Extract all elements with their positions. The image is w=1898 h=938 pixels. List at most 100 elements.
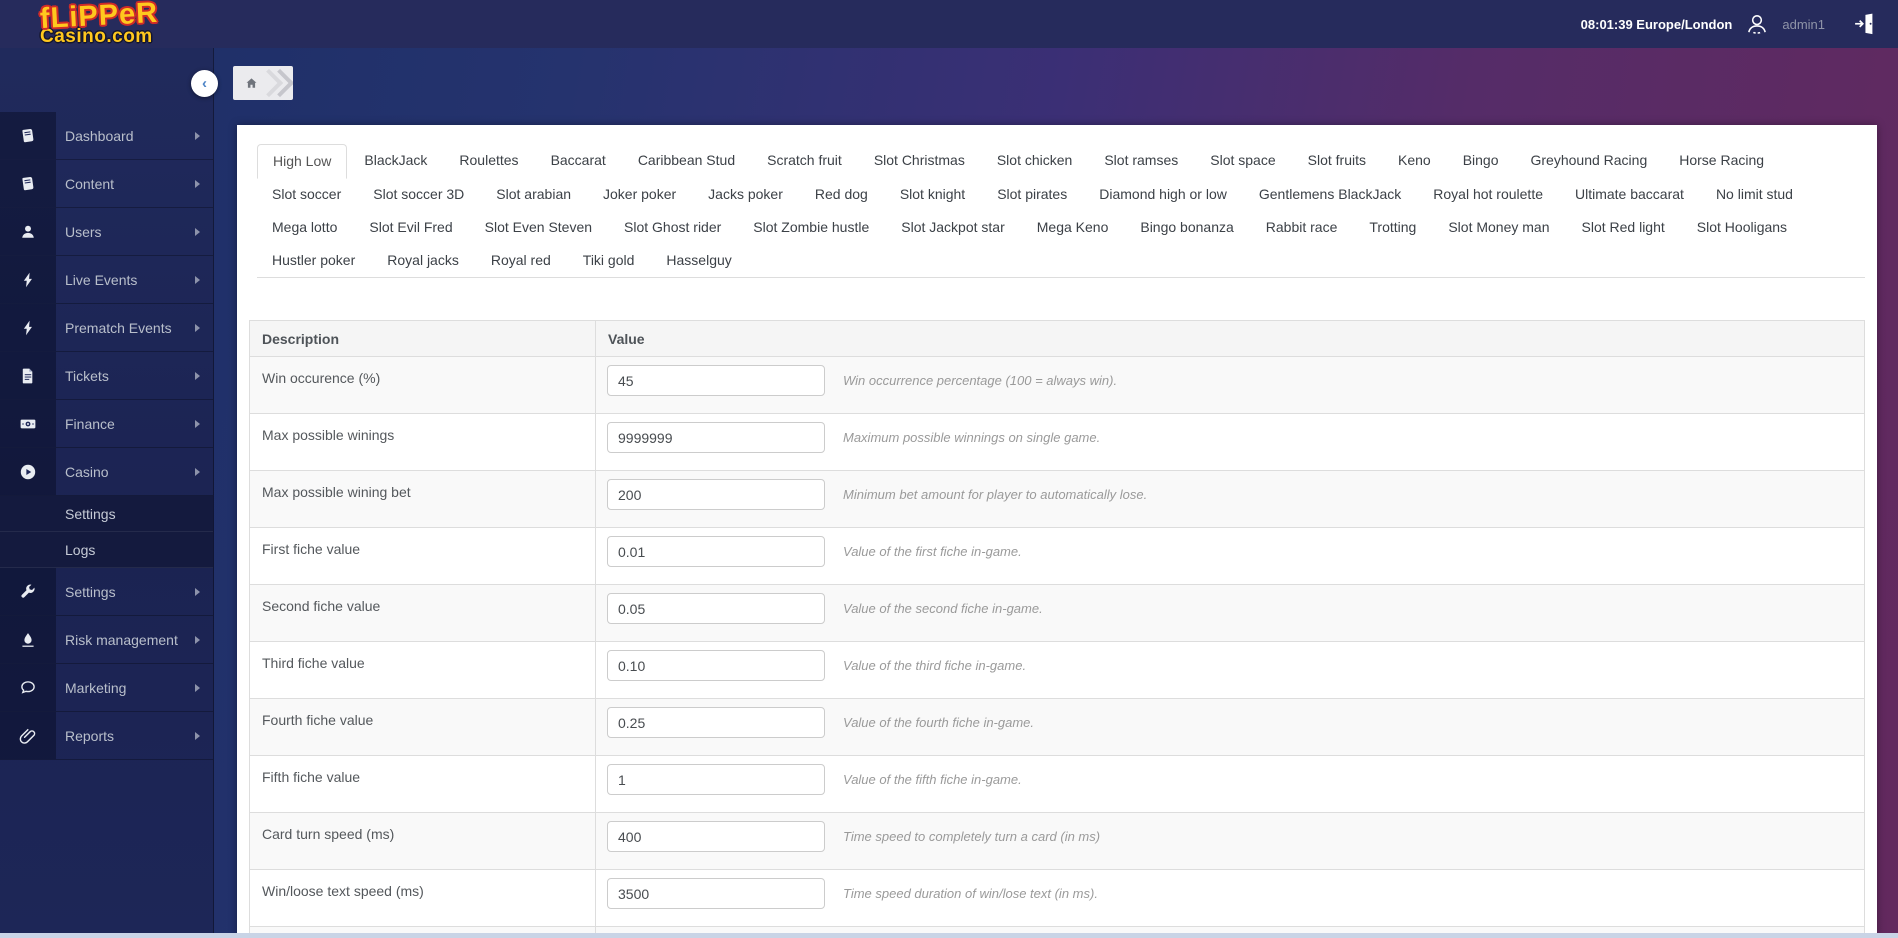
tab[interactable]: No limit stud [1701,178,1808,211]
tab[interactable]: Slot space [1195,144,1290,178]
tab[interactable]: Bingo [1448,144,1514,178]
tab[interactable]: Roulettes [444,144,533,178]
username[interactable]: admin1 [1782,17,1825,32]
sidebar-subitem-logs[interactable]: Logs [0,532,213,568]
topbar: fLiPPeR Casino.com 08:01:39 Europe/Londo… [0,0,1898,48]
sidebar-subitem-settings[interactable]: Settings [0,496,213,532]
sidebar-item-prematch-events[interactable]: Prematch Events [0,304,213,352]
logo[interactable]: fLiPPeR Casino.com [39,0,159,46]
chevron-right-icon [195,731,200,740]
sidebar-item-tickets[interactable]: Tickets [0,352,213,400]
value-input[interactable] [607,536,825,567]
chevron-right-icon [195,419,200,428]
setting-label: First fiche value [249,527,596,585]
sidebar-item-live-events[interactable]: Live Events [0,256,213,304]
tab[interactable]: Hustler poker [257,244,370,277]
tab[interactable]: Slot Red light [1567,211,1680,244]
tab[interactable]: Hasselguy [651,244,746,277]
game-tabs: High Low BlackJack Roulettes Baccarat Ca… [257,144,1865,278]
tab[interactable]: Scratch fruit [752,144,857,178]
sidebar-item-icon [0,532,56,567]
horizontal-scrollbar[interactable] [0,933,1898,938]
chevron-right-icon [195,227,200,236]
tab[interactable]: Slot Money man [1433,211,1564,244]
value-input[interactable] [607,821,825,852]
tab[interactable]: Slot Zombie hustle [738,211,884,244]
logout-door-icon[interactable] [1852,12,1876,36]
value-input[interactable] [607,707,825,738]
sidebar-item-reports[interactable]: Reports [0,712,213,760]
value-input[interactable] [607,365,825,396]
value-input[interactable] [607,479,825,510]
value-input[interactable] [607,422,825,453]
breadcrumb-home[interactable] [233,66,293,100]
tab[interactable]: Slot Jackpot star [886,211,1020,244]
sidebar-item-label: Tickets [65,367,109,384]
tab[interactable]: Caribbean Stud [623,144,750,178]
tab[interactable]: Mega lotto [257,211,352,244]
tab[interactable]: Slot Christmas [859,144,980,178]
setting-hint: Win occurrence percentage (100 = always … [843,373,1118,388]
tab[interactable]: Keno [1383,144,1446,178]
chevron-right-icon [195,371,200,380]
sidebar-item-icon [0,616,56,663]
tab[interactable]: Greyhound Racing [1516,144,1663,178]
sidebar-item-label: Live Events [65,271,138,288]
tab[interactable]: Slot Even Steven [470,211,607,244]
tab[interactable]: Tiki gold [568,244,650,277]
tab[interactable]: Slot Hooligans [1682,211,1802,244]
value-input[interactable] [607,878,825,909]
tab[interactable]: Slot chicken [982,144,1087,178]
tab[interactable]: Slot Evil Fred [354,211,467,244]
sidebar-item-dashboard[interactable]: Dashboard [0,112,213,160]
setting-label: Card turn speed (ms) [249,812,596,870]
sidebar-item-label: Logs [65,541,96,558]
tab[interactable]: Royal hot roulette [1418,178,1558,211]
tab[interactable]: Slot ramses [1089,144,1193,178]
table-row: Win occurence (%) Win occurrence percent… [249,356,1865,414]
tab[interactable]: Ultimate baccarat [1560,178,1699,211]
tab[interactable]: Mega Keno [1022,211,1124,244]
tab[interactable]: Joker poker [588,178,691,211]
sidebar-item-users[interactable]: Users [0,208,213,256]
sidebar-item-risk-management[interactable]: Risk management [0,616,213,664]
chevron-right-icon [195,179,200,188]
tab[interactable]: Rabbit race [1251,211,1353,244]
sidebar-item-marketing[interactable]: Marketing [0,664,213,712]
tab[interactable]: Slot soccer 3D [358,178,479,211]
tab[interactable]: Slot soccer [257,178,356,211]
setting-label: Win/loose text speed (ms) [249,869,596,927]
sidebar-item-content[interactable]: Content [0,160,213,208]
tab[interactable]: Slot fruits [1293,144,1381,178]
tab[interactable]: Slot Ghost rider [609,211,736,244]
value-input[interactable] [607,764,825,795]
back-button[interactable]: ‹ [191,70,218,97]
tab[interactable]: BlackJack [349,144,442,178]
tab[interactable]: Diamond high or low [1084,178,1242,211]
tab[interactable]: Slot arabian [481,178,586,211]
tab[interactable]: Royal red [476,244,566,277]
tab[interactable]: Gentlemens BlackJack [1244,178,1416,211]
setting-hint: Value of the second fiche in-game. [843,601,1043,616]
value-input[interactable] [607,593,825,624]
sidebar-item-settings[interactable]: Settings [0,568,213,616]
tab[interactable]: Royal jacks [372,244,474,277]
sidebar-item-icon [0,400,56,447]
tab[interactable]: Horse Racing [1664,144,1779,178]
tab[interactable]: Baccarat [536,144,621,178]
setting-hint: Minimum bet amount for player to automat… [843,487,1148,502]
sidebar-item-finance[interactable]: Finance [0,400,213,448]
value-input[interactable] [607,650,825,681]
tab[interactable]: Bingo bonanza [1125,211,1248,244]
tab[interactable]: Slot pirates [982,178,1082,211]
tab[interactable]: Jacks poker [693,178,798,211]
column-header-value: Value [595,320,1865,357]
tab[interactable]: High Low [257,144,348,179]
table-row: Second fiche value Value of the second f… [249,584,1865,642]
tab[interactable]: Slot knight [885,178,980,211]
sidebar-item-casino[interactable]: Casino [0,448,213,496]
sidebar-item-icon [0,352,56,399]
tab[interactable]: Trotting [1354,211,1431,244]
tab[interactable]: Red dog [800,178,883,211]
setting-hint: Time speed to completely turn a card (in… [843,829,1101,844]
